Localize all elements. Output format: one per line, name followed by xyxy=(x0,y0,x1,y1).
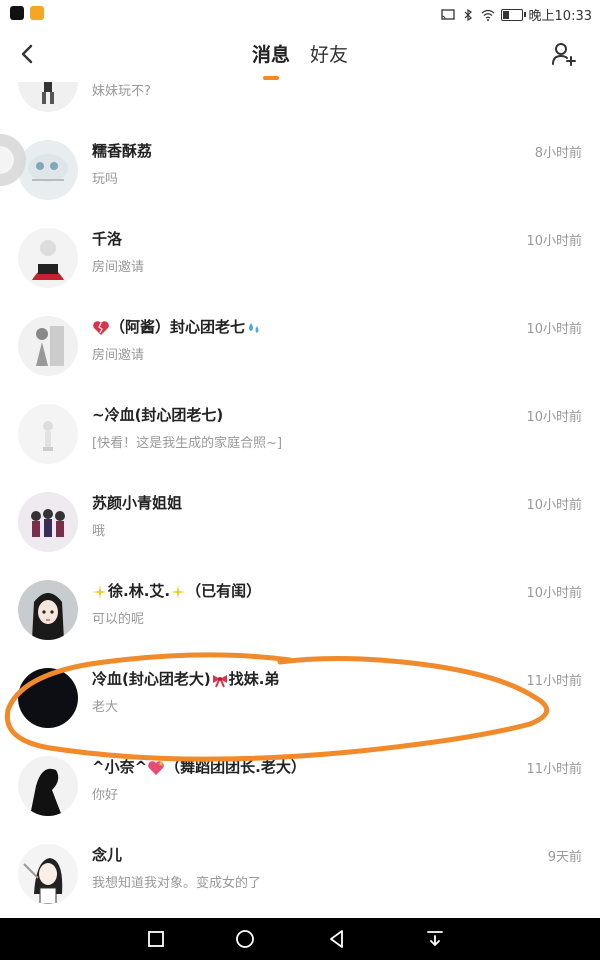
contact-name: 糯香酥荔 xyxy=(92,142,153,160)
avatar xyxy=(18,668,78,728)
contact-name: 苏颜小青姐姐 xyxy=(92,494,183,512)
avatar xyxy=(18,316,78,376)
message-preview: 房间邀请 xyxy=(92,260,145,275)
tab-messages[interactable]: 消息 xyxy=(252,40,290,80)
contact-name: 徐.林.艾. （已有闺） xyxy=(92,580,261,601)
conversation-row[interactable]: （阿酱）封心团老七 10小时前 房间邀请 xyxy=(0,304,600,392)
message-preview: 你好 xyxy=(92,788,119,803)
avatar xyxy=(18,404,78,464)
add-friend-icon[interactable] xyxy=(550,40,578,68)
recents-icon[interactable] xyxy=(145,928,167,950)
message-time: 10小时前 xyxy=(526,586,582,601)
avatar xyxy=(18,140,78,200)
tab-bar: 消息 好友 xyxy=(252,40,348,80)
avatar xyxy=(18,228,78,288)
back-nav-icon[interactable] xyxy=(326,928,348,950)
conversation-row[interactable]: ~冷血(封心团老七) 10小时前 [快看！这是我生成的家庭合照~] xyxy=(0,392,600,480)
message-preview: 我想知道我对象。变成女的了 xyxy=(92,876,262,891)
back-icon[interactable] xyxy=(14,40,42,68)
message-preview: 老大 xyxy=(92,700,119,715)
ribbon-icon xyxy=(212,674,227,687)
message-time: 10小时前 xyxy=(526,322,582,337)
wifi-icon xyxy=(481,9,494,21)
conversation-list: 妹妹玩不? 糯香酥荔 8小时前 玩吗 千洛 10小时前 房间邀请 （阿酱）封心团… xyxy=(0,82,600,918)
home-icon[interactable] xyxy=(234,928,256,950)
conversation-row[interactable]: ^小奈^ （舞蹈团团长.老大） 11小时前 你好 xyxy=(0,744,600,832)
avatar xyxy=(18,492,78,552)
contact-name: 千洛 xyxy=(92,230,123,248)
contact-name: 冷血(封心团老大) 找妹.弟 xyxy=(92,670,280,688)
message-time: 9天前 xyxy=(547,850,582,865)
conversation-row[interactable]: 冷血(封心团老大) 找妹.弟 11小时前 老大 xyxy=(0,656,600,744)
message-preview: [快看！这是我生成的家庭合照~] xyxy=(92,436,283,451)
battery-icon xyxy=(500,8,526,21)
message-time: 11小时前 xyxy=(526,674,582,689)
sparkles-icon xyxy=(171,584,186,599)
app-badge-icon xyxy=(30,6,44,20)
message-preview: 玩吗 xyxy=(92,172,119,187)
contact-name: ^小奈^ （舞蹈团团长.老大） xyxy=(92,758,306,776)
message-time: 8小时前 xyxy=(534,146,582,161)
header: 消息 好友 xyxy=(0,28,600,82)
conversation-row[interactable]: 妹妹玩不? xyxy=(0,82,600,128)
sparkles-icon xyxy=(93,584,107,599)
conversation-row[interactable]: 徐.林.艾. （已有闺） 10小时前 可以的呢 xyxy=(0,568,600,656)
contact-name: ~冷血(封心团老七) xyxy=(92,406,224,424)
status-bar: 晚上10:33 xyxy=(0,0,600,28)
message-time: 11小时前 xyxy=(526,762,582,777)
avatar xyxy=(18,844,78,904)
broken-heart-icon xyxy=(93,320,109,335)
message-preview: 妹妹玩不? xyxy=(92,84,151,99)
conversation-row[interactable]: 千洛 10小时前 房间邀请 xyxy=(0,216,600,304)
notification-pull-icon[interactable] xyxy=(424,928,446,950)
contact-name: （阿酱）封心团老七 xyxy=(92,316,263,337)
message-preview: 可以的呢 xyxy=(92,612,145,627)
sweat-drops-icon xyxy=(249,322,259,333)
message-preview: 房间邀请 xyxy=(92,348,145,363)
cast-icon xyxy=(440,8,455,20)
avatar xyxy=(18,756,78,816)
conversation-row[interactable]: 苏颜小青姐姐 10小时前 哦 xyxy=(0,480,600,568)
message-time: 10小时前 xyxy=(526,234,582,249)
message-time: 10小时前 xyxy=(526,498,582,513)
conversation-row[interactable]: 念儿 9天前 我想知道我对象。变成女的了 xyxy=(0,832,600,918)
tiktok-icon xyxy=(10,6,24,20)
bluetooth-icon xyxy=(464,8,472,21)
message-time: 10小时前 xyxy=(526,410,582,425)
conversation-row[interactable]: 糯香酥荔 8小时前 玩吗 xyxy=(0,128,600,216)
status-time: 晚上10:33 xyxy=(528,9,592,24)
avatar xyxy=(18,82,78,112)
tab-friends[interactable]: 好友 xyxy=(310,40,348,67)
contact-name: 念儿 xyxy=(92,846,123,864)
avatar xyxy=(18,580,78,640)
message-preview: 哦 xyxy=(92,524,106,539)
sparkling-heart-icon xyxy=(148,760,165,775)
navigation-bar xyxy=(0,918,600,960)
